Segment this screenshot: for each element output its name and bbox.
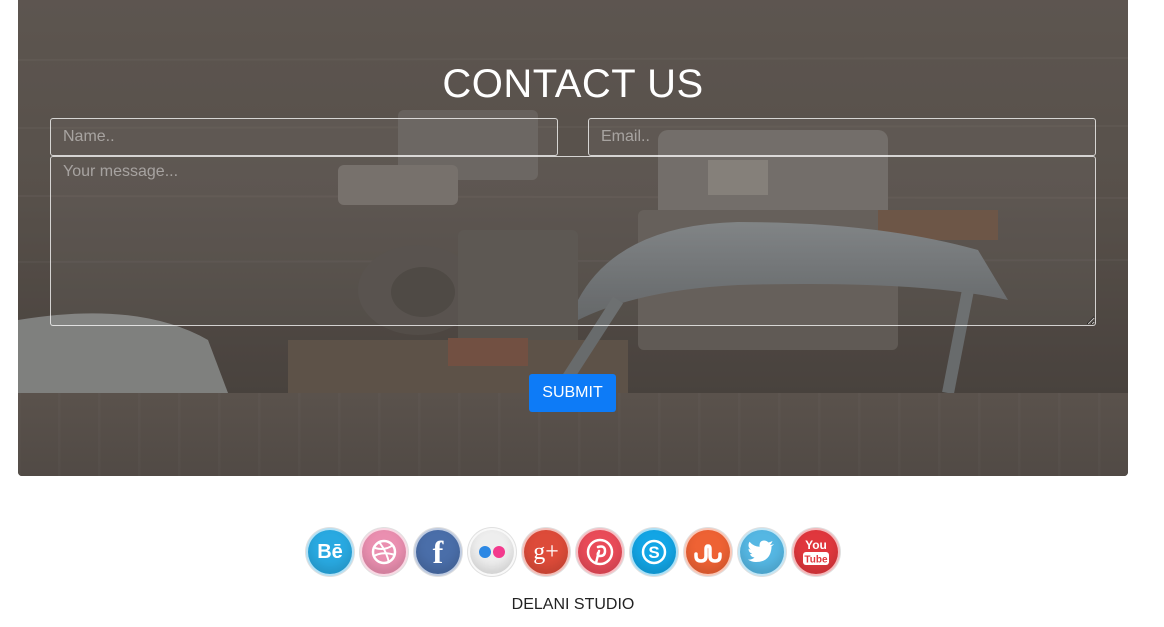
- behance-icon[interactable]: Bē: [306, 528, 354, 576]
- svg-text:Tube: Tube: [804, 555, 828, 566]
- footer-studio-name: DELANI STUDIO: [511, 596, 635, 613]
- youtube-icon[interactable]: You Tube: [792, 528, 840, 576]
- pinterest-glyph: [586, 538, 614, 566]
- skype-glyph: S: [641, 539, 667, 565]
- google-plus-icon[interactable]: g+: [522, 528, 570, 576]
- social-links: Bē f g+ S You Tube: [306, 528, 840, 576]
- youtube-glyph: You Tube: [803, 538, 829, 566]
- pinterest-icon[interactable]: [576, 528, 624, 576]
- dribbble-glyph: [371, 539, 397, 565]
- email-input[interactable]: [588, 118, 1096, 156]
- svg-text:You: You: [805, 538, 827, 552]
- google-plus-glyph: g+: [533, 538, 559, 565]
- flickr-icon[interactable]: [468, 528, 516, 576]
- twitter-icon[interactable]: [738, 528, 786, 576]
- stumbleupon-icon[interactable]: [684, 528, 732, 576]
- name-input[interactable]: [50, 118, 558, 156]
- submit-button[interactable]: SUBMIT: [529, 374, 616, 412]
- skype-icon[interactable]: S: [630, 528, 678, 576]
- behance-glyph: Bē: [317, 540, 343, 563]
- flickr-glyph: [479, 546, 505, 558]
- dribbble-icon[interactable]: [360, 528, 408, 576]
- facebook-glyph: f: [432, 533, 444, 570]
- contact-title: CONTACT US: [442, 62, 704, 106]
- message-textarea[interactable]: [50, 156, 1096, 326]
- facebook-icon[interactable]: f: [414, 528, 462, 576]
- twitter-glyph: [748, 540, 774, 562]
- svg-text:S: S: [648, 543, 659, 562]
- stumbleupon-glyph: [694, 544, 722, 563]
- contact-section: CONTACT US SUBMIT: [18, 0, 1128, 476]
